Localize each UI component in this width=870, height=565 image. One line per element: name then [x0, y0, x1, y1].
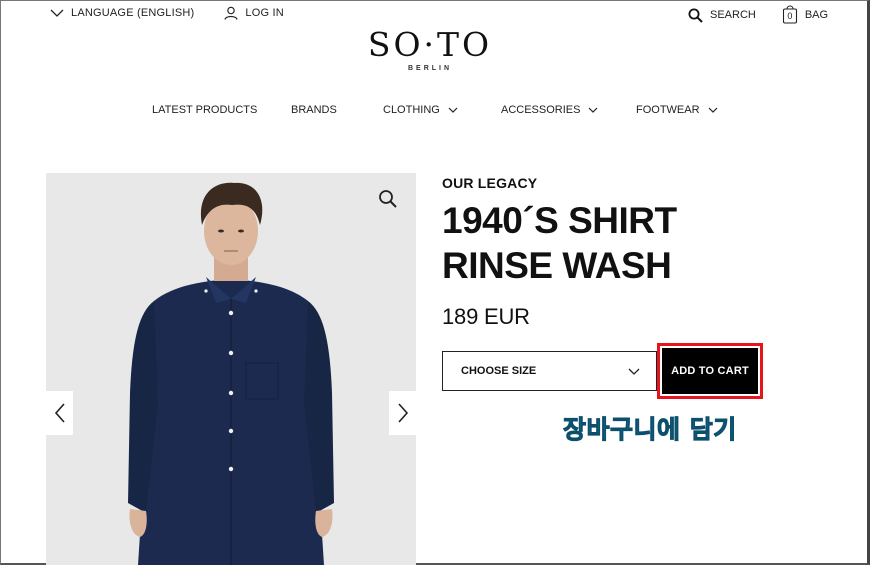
annotation-label: 장바구니에 담기	[563, 415, 737, 445]
nav-label: LATEST PRODUCTS	[152, 104, 258, 116]
product-gallery	[46, 173, 416, 565]
product-title: 1940´S SHIRT RINSE WASH	[442, 200, 677, 286]
chevron-down-icon	[628, 368, 640, 375]
chevron-down-icon	[448, 107, 458, 113]
user-icon	[224, 6, 239, 20]
nav-item-accessories[interactable]: ACCESSORIES	[501, 104, 598, 116]
previous-image-button[interactable]	[46, 391, 73, 435]
nav-item-clothing[interactable]: CLOTHING	[383, 104, 458, 116]
chevron-down-icon	[708, 107, 717, 113]
next-image-button[interactable]	[389, 391, 416, 435]
chevron-down-icon	[50, 9, 64, 17]
bag-count: 0	[787, 11, 793, 21]
product-image	[128, 182, 334, 565]
language-label: LANGUAGE (ENGLISH)	[71, 7, 195, 19]
main-nav: LATEST PRODUCTS BRANDS CLOTHING ACCESSOR…	[0, 104, 870, 120]
product-brand[interactable]: OUR LEGACY	[442, 175, 537, 191]
nav-label: BRANDS	[291, 104, 337, 116]
nav-label: ACCESSORIES	[501, 104, 581, 116]
bag-label: BAG	[804, 9, 829, 21]
language-selector[interactable]: LANGUAGE (ENGLISH)	[50, 7, 194, 19]
bag-link[interactable]: 0 BAG	[782, 4, 829, 24]
chevron-left-icon	[54, 403, 65, 423]
site-logo[interactable]: SO·TO BERLIN	[330, 25, 530, 73]
login-label: LOG IN	[245, 7, 284, 19]
logo-subtitle: BERLIN	[407, 65, 453, 72]
nav-item-latest-products[interactable]: LATEST PRODUCTS	[152, 104, 257, 116]
search-icon	[688, 8, 703, 23]
logo-wordmark: SO·TO	[367, 25, 493, 64]
nav-item-brands[interactable]: BRANDS	[291, 104, 337, 116]
utility-bar-left: LANGUAGE (ENGLISH) LOG IN	[50, 6, 284, 20]
chevron-right-icon	[397, 403, 408, 423]
nav-item-footwear[interactable]: FOOTWEAR	[636, 104, 718, 116]
magnifier-icon	[379, 190, 397, 208]
login-link[interactable]: LOG IN	[224, 6, 284, 20]
utility-bar-right: SEARCH 0 BAG	[688, 4, 829, 24]
chevron-down-icon	[589, 107, 598, 113]
size-select-placeholder: CHOOSE SIZE	[461, 365, 537, 377]
nav-label: FOOTWEAR	[636, 104, 700, 116]
product-price: 189 EUR	[442, 304, 530, 329]
bag-icon: 0	[782, 4, 798, 24]
add-to-cart-button[interactable]: ADD TO CART	[662, 348, 758, 394]
nav-label: CLOTHING	[383, 104, 440, 116]
search-label: SEARCH	[710, 9, 756, 21]
size-select[interactable]: CHOOSE SIZE	[442, 351, 657, 391]
zoom-button[interactable]	[376, 187, 400, 211]
search-link[interactable]: SEARCH	[688, 8, 756, 23]
